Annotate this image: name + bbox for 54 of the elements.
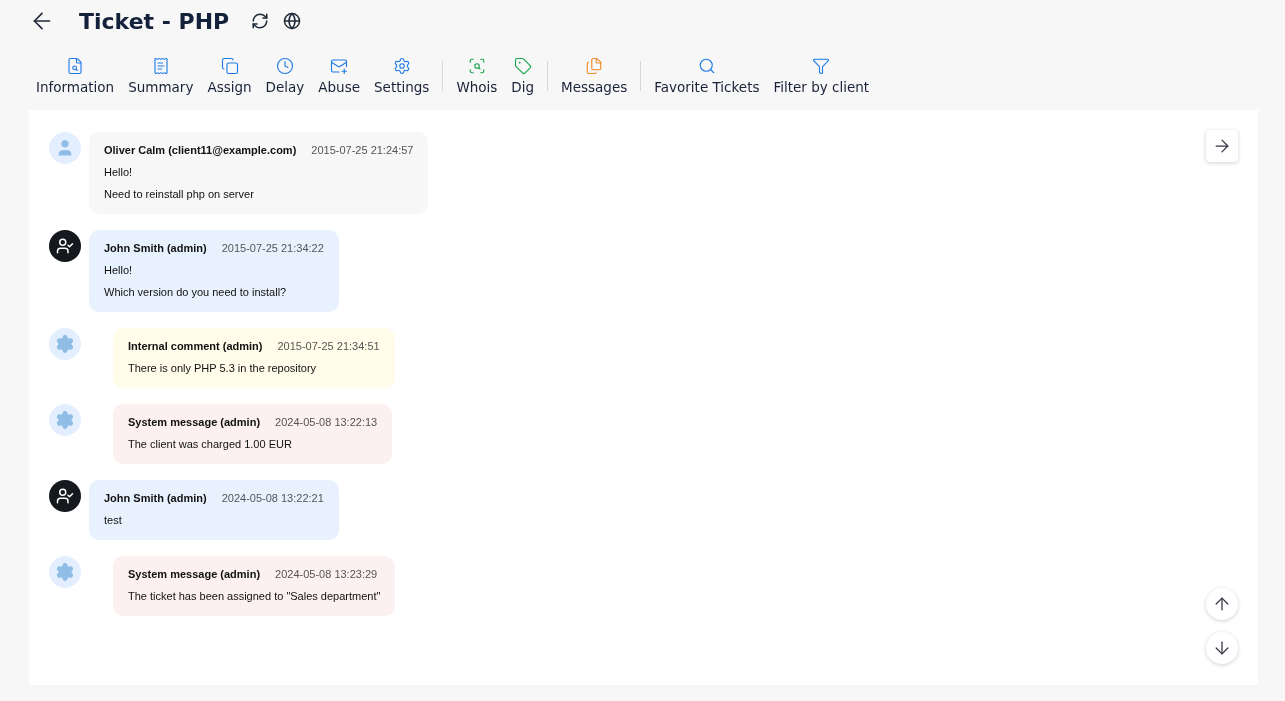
message-time: 2015-07-25 21:34:22 bbox=[221, 242, 324, 254]
toolbar-button[interactable]: Dig bbox=[504, 53, 542, 99]
user-avatar bbox=[49, 132, 81, 164]
message-time: 2024-05-08 13:22:13 bbox=[275, 416, 378, 428]
copy-icon bbox=[220, 57, 239, 75]
message-text: Hello! bbox=[104, 166, 134, 178]
gear-avatar bbox=[49, 404, 81, 436]
message-text: Need to reinstall php on server bbox=[104, 188, 255, 200]
gear-avatar bbox=[49, 328, 81, 360]
message-author: System message (admin) bbox=[128, 416, 261, 428]
message-author: John Smith (admin) bbox=[104, 492, 207, 504]
message-time: 2015-07-25 21:34:51 bbox=[277, 340, 380, 352]
toolbar-button[interactable]: Settings bbox=[367, 53, 437, 99]
message-author: Internal comment (admin) bbox=[128, 340, 263, 352]
toolbar-button[interactable]: Whois bbox=[449, 53, 505, 99]
toolbar-button[interactable]: Filter by client bbox=[766, 53, 877, 99]
message-time: 2024-05-08 13:23:29 bbox=[275, 568, 378, 580]
forward-button[interactable] bbox=[1206, 130, 1238, 162]
toolbar-button[interactable]: Messages bbox=[554, 53, 635, 99]
message-author: System message (admin) bbox=[128, 568, 261, 580]
search-icon bbox=[697, 57, 716, 75]
message-text: Hello! bbox=[104, 264, 134, 276]
toolbar-button[interactable]: Information bbox=[29, 53, 122, 99]
toolbar-button[interactable]: Summary bbox=[121, 53, 201, 99]
globe-icon[interactable] bbox=[283, 12, 302, 30]
toolbar-button[interactable]: Abuse bbox=[311, 53, 367, 99]
message-text: The client was charged 1.00 EUR bbox=[128, 438, 293, 450]
page-title: Ticket - PHP bbox=[79, 8, 230, 34]
files-icon bbox=[585, 57, 604, 75]
scroll-up-button[interactable] bbox=[1206, 588, 1238, 620]
file-search-icon bbox=[66, 57, 85, 75]
gear-avatar bbox=[49, 556, 81, 588]
admin-avatar bbox=[49, 480, 81, 512]
filter-icon bbox=[812, 57, 831, 75]
toolbar-button[interactable]: Delay bbox=[258, 53, 312, 99]
message-text: There is only PHP 5.3 in the repository bbox=[128, 362, 318, 374]
scan-search-icon bbox=[467, 57, 486, 75]
refresh-icon[interactable] bbox=[251, 12, 270, 30]
settings-icon bbox=[392, 57, 411, 75]
scroll-down-button[interactable] bbox=[1206, 632, 1238, 664]
tag-icon bbox=[513, 57, 532, 75]
admin-avatar bbox=[49, 230, 81, 262]
clock-icon bbox=[275, 57, 294, 75]
message-text: test bbox=[104, 514, 123, 526]
mail-icon bbox=[330, 57, 349, 75]
message-time: 2024-05-08 13:22:21 bbox=[221, 492, 324, 504]
message-author: Oliver Calm (client11@example.com) bbox=[104, 144, 297, 156]
message-text: The ticket has been assigned to "Sales department" bbox=[128, 590, 381, 602]
message-text: Which version do you need to install? bbox=[104, 286, 288, 298]
receipt-icon bbox=[151, 57, 170, 75]
message-time: 2015-07-25 21:24:57 bbox=[311, 144, 414, 156]
toolbar-button[interactable]: Favorite Tickets bbox=[647, 53, 767, 99]
message-author: John Smith (admin) bbox=[104, 242, 207, 254]
toolbar-button[interactable]: Assign bbox=[200, 53, 259, 99]
